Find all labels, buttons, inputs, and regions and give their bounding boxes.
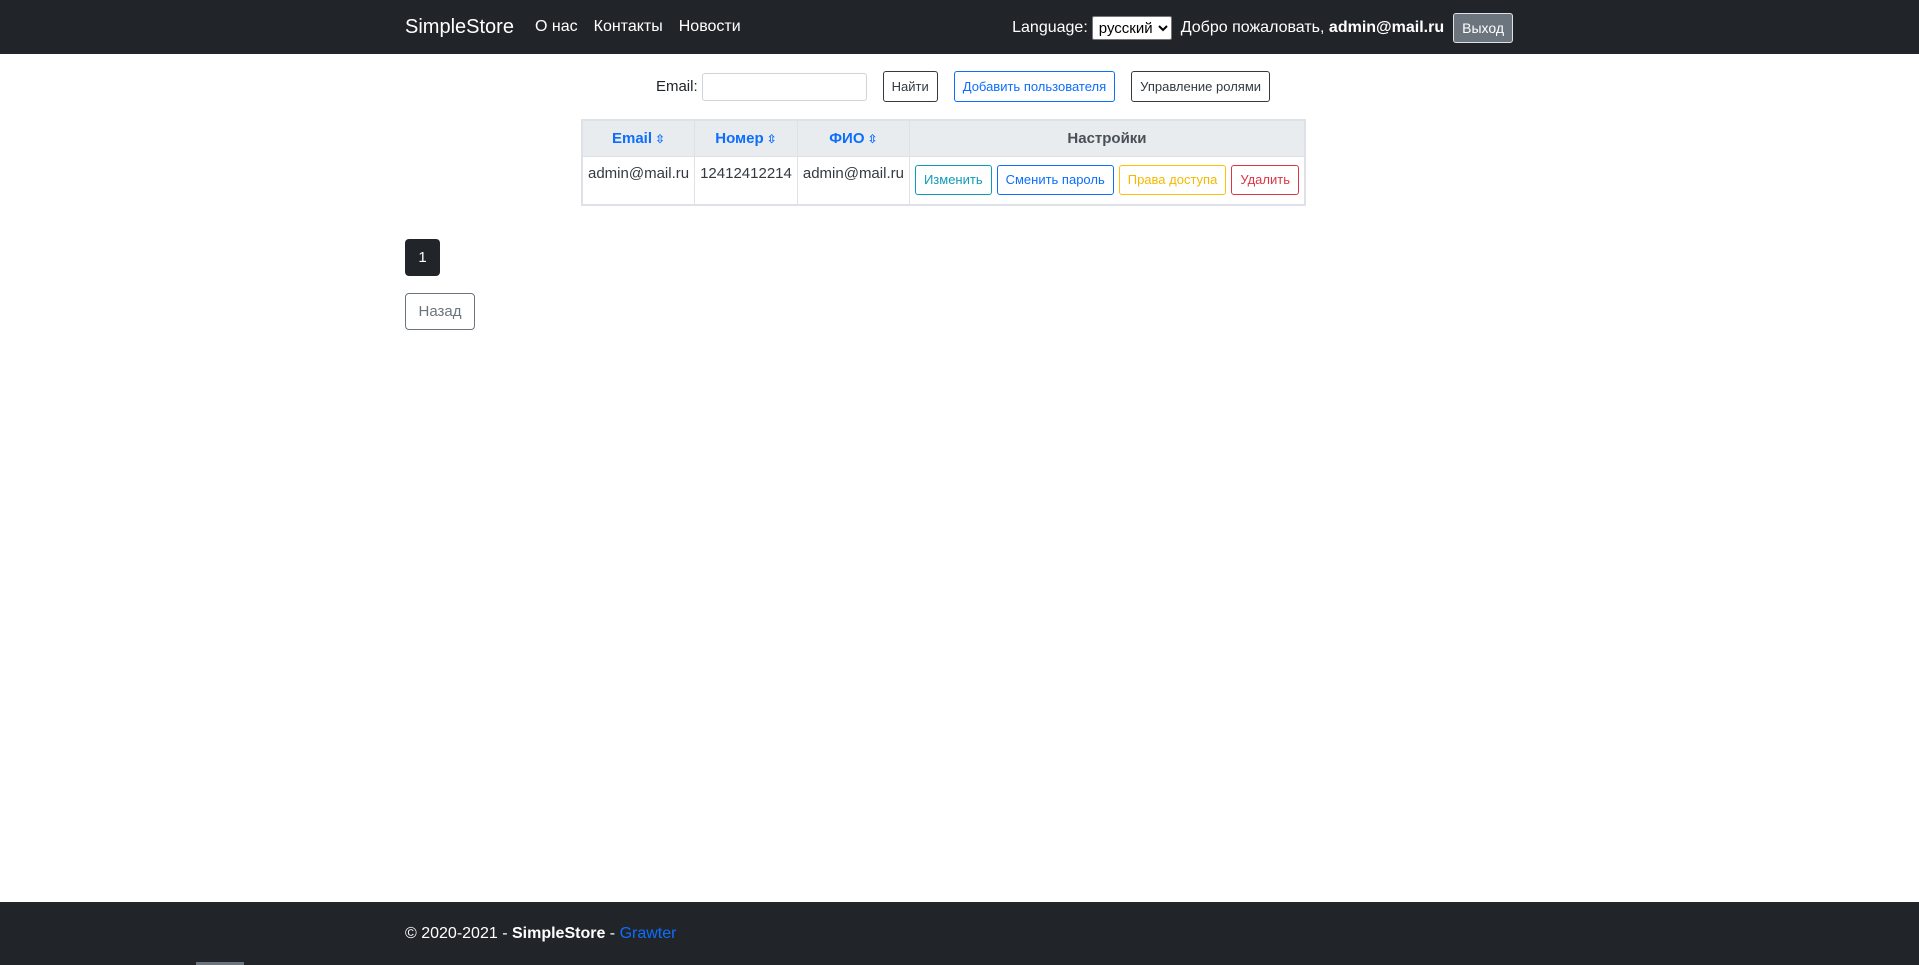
- search-form: Email: Найти Добавить пользователя Управ…: [655, 71, 1271, 102]
- table-body: admin@mail.ru 12412412214 admin@mail.ru …: [581, 156, 1306, 205]
- language-select[interactable]: русский: [1091, 16, 1172, 40]
- pagination-page-1[interactable]: 1: [405, 239, 440, 276]
- column-header-name[interactable]: ФИО ⇳: [796, 119, 910, 157]
- search-row: Email: Найти Добавить пользователя Управ…: [0, 71, 1919, 102]
- column-header-name-label: ФИО: [829, 130, 865, 147]
- nav-link-about[interactable]: О нас: [535, 16, 578, 38]
- edit-button[interactable]: Изменить: [914, 165, 992, 195]
- welcome-user-email: admin@mail.ru: [1328, 19, 1445, 36]
- welcome-text: Добро пожаловать, admin@mail.ru: [1181, 14, 1444, 42]
- cell-email: admin@mail.ru: [581, 156, 696, 205]
- navbar: SimpleStore О нас Контакты Новости Langu…: [0, 0, 1919, 54]
- column-header-settings: Настройки: [908, 119, 1306, 157]
- footer-brand: SimpleStore: [511, 925, 606, 942]
- sort-icon: ⇳: [867, 132, 878, 146]
- users-table: Email ⇳ Номер ⇳ ФИО ⇳ Настройки admin@mail.…: [581, 119, 1306, 206]
- nav-link-contacts[interactable]: Контакты: [594, 16, 663, 38]
- access-rights-button[interactable]: Права доступа: [1118, 165, 1227, 195]
- column-header-email-label: Email: [612, 130, 653, 147]
- column-header-number[interactable]: Номер ⇳: [694, 119, 798, 157]
- cell-actions: Изменить Сменить пароль Права доступа Уд…: [908, 156, 1306, 205]
- footer-separator: -: [609, 925, 616, 942]
- table-head: Email ⇳ Номер ⇳ ФИО ⇳ Настройки: [581, 119, 1306, 157]
- email-search-input[interactable]: [701, 72, 867, 101]
- language-switcher: Language: русский: [1012, 14, 1172, 42]
- cell-number: 12412412214: [694, 156, 798, 205]
- nav-links: О нас Контакты Новости: [535, 16, 741, 38]
- footer: © 2020-2021 - SimpleStore - Grawter: [0, 902, 1919, 965]
- logout-button[interactable]: Выход: [1453, 13, 1513, 43]
- page: SimpleStore О нас Контакты Новости Langu…: [0, 0, 1919, 965]
- row-actions: Изменить Сменить пароль Права доступа Уд…: [914, 165, 1299, 195]
- sort-icon: ⇳: [655, 132, 666, 146]
- nav-right: Language: русский Добро пожаловать, admi…: [1012, 13, 1513, 43]
- sort-icon: ⇳: [766, 132, 777, 146]
- email-search-label: Email:: [655, 78, 698, 95]
- back-button[interactable]: Назад: [405, 293, 475, 330]
- add-user-button[interactable]: Добавить пользователя: [953, 71, 1116, 102]
- footer-author-link[interactable]: Grawter: [620, 925, 677, 942]
- footer-text: © 2020-2021 - SimpleStore - Grawter: [405, 923, 676, 945]
- column-header-email[interactable]: Email ⇳: [581, 119, 696, 157]
- table-header-row: Email ⇳ Номер ⇳ ФИО ⇳ Настройки: [581, 119, 1306, 157]
- welcome-prefix: Добро пожаловать,: [1180, 19, 1325, 36]
- delete-button[interactable]: Удалить: [1231, 165, 1299, 195]
- users-table-wrap: Email ⇳ Номер ⇳ ФИО ⇳ Настройки admin@mail.…: [581, 119, 1306, 206]
- change-password-button[interactable]: Сменить пароль: [996, 165, 1114, 195]
- column-header-number-label: Номер: [715, 130, 764, 147]
- brand-link[interactable]: SimpleStore: [405, 14, 514, 40]
- find-button[interactable]: Найти: [882, 71, 938, 102]
- nav-link-news[interactable]: Новости: [679, 16, 741, 38]
- cell-name: admin@mail.ru: [796, 156, 910, 205]
- footer-copyright: © 2020-2021 -: [405, 925, 508, 942]
- manage-roles-button[interactable]: Управление ролями: [1131, 71, 1271, 102]
- language-label: Language:: [1012, 19, 1088, 36]
- table-row: admin@mail.ru 12412412214 admin@mail.ru …: [581, 156, 1306, 205]
